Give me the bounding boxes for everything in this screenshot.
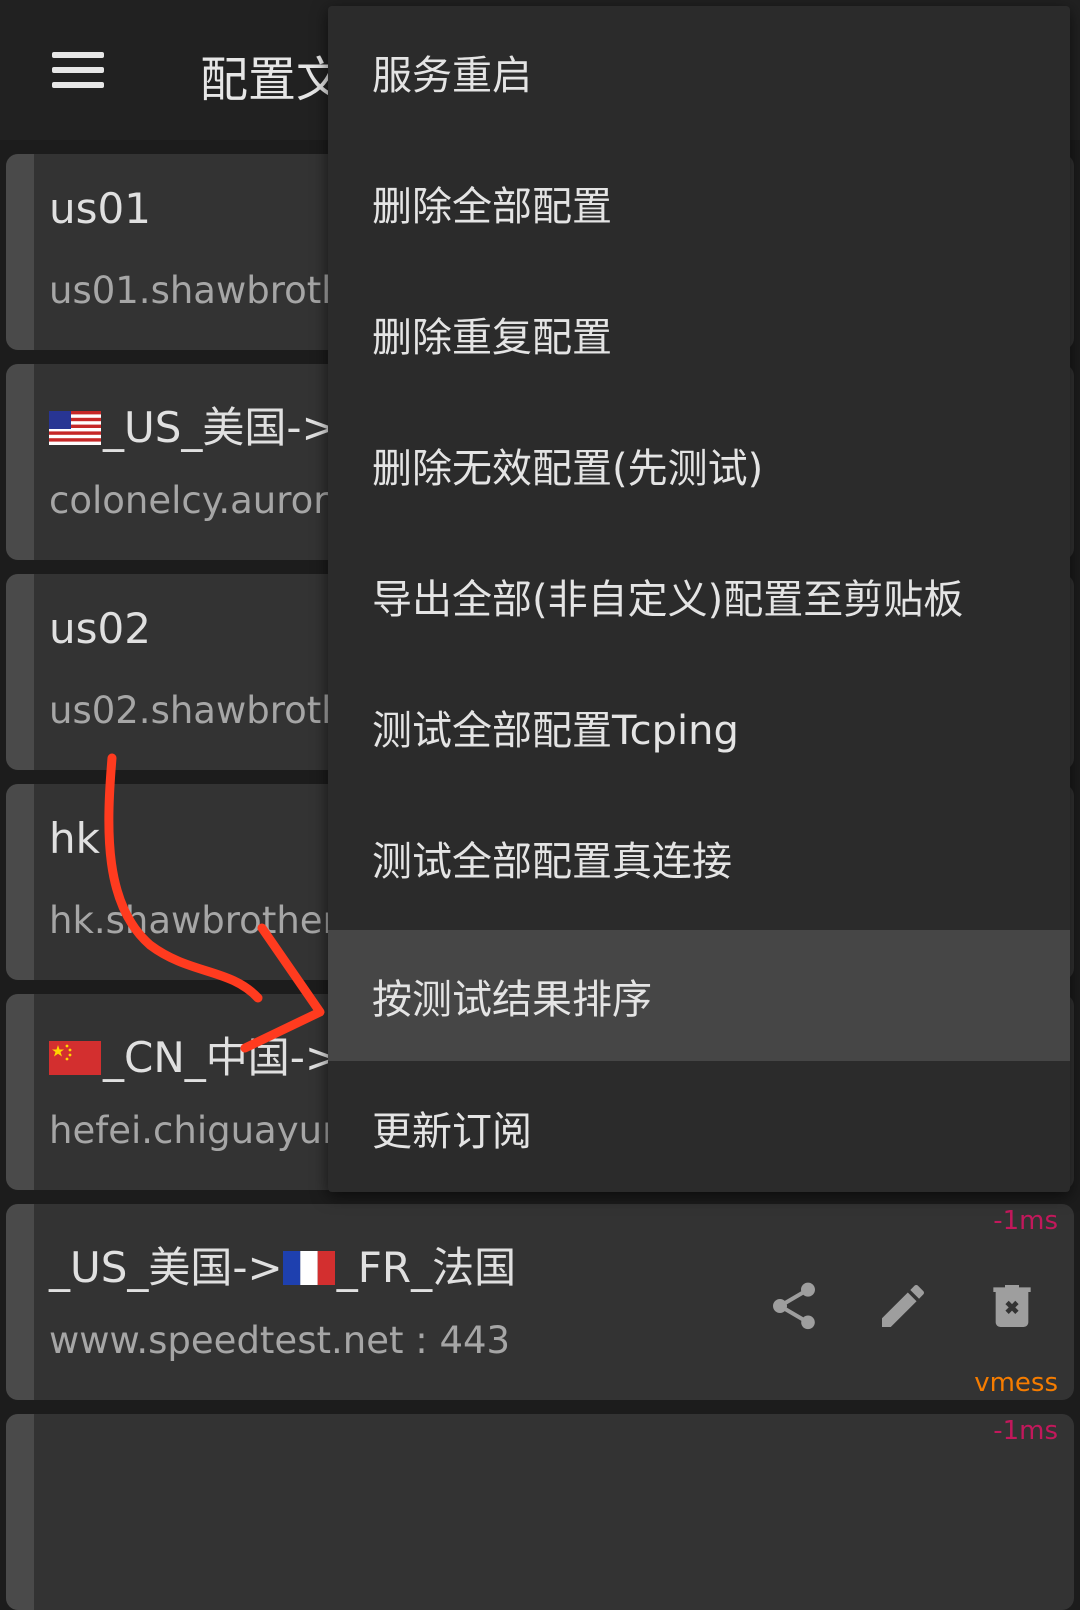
- hamburger-icon[interactable]: [52, 52, 104, 88]
- profile-card[interactable]: -1ms: [6, 1414, 1074, 1610]
- menu-item-delete-invalid[interactable]: 删除无效配置(先测试): [328, 399, 1070, 530]
- profile-name-suffix: _FR_法国: [336, 1243, 517, 1292]
- profile-name: us02: [49, 604, 151, 653]
- menu-item-delete-all[interactable]: 删除全部配置: [328, 137, 1070, 268]
- profile-address: www.speedtest.net : 443: [49, 1319, 511, 1362]
- selection-stripe: [6, 784, 34, 980]
- delete-icon[interactable]: [980, 1274, 1044, 1338]
- profile-name: us01: [49, 184, 151, 233]
- profile-actions: [762, 1274, 1044, 1338]
- latency-label: -1ms: [993, 1206, 1058, 1236]
- selection-stripe: [6, 1414, 34, 1610]
- selection-stripe: [6, 574, 34, 770]
- protocol-label: vmess: [974, 1368, 1058, 1398]
- share-icon[interactable]: [762, 1274, 826, 1338]
- latency-label: -1ms: [993, 1416, 1058, 1446]
- selection-stripe: [6, 364, 34, 560]
- selection-stripe: [6, 994, 34, 1190]
- profile-name: hk: [49, 814, 100, 863]
- us-flag-icon: [49, 411, 101, 445]
- overflow-menu: 服务重启 删除全部配置 删除重复配置 删除无效配置(先测试) 导出全部(非自定义…: [328, 6, 1070, 1192]
- menu-item-export-clipboard[interactable]: 导出全部(非自定义)配置至剪贴板: [328, 530, 1070, 661]
- menu-item-test-real-connection[interactable]: 测试全部配置真连接: [328, 792, 1070, 923]
- profile-name: _US_美国-> _FR_法国: [49, 1234, 516, 1295]
- edit-icon[interactable]: [871, 1274, 935, 1338]
- menu-item-restart-service[interactable]: 服务重启: [328, 6, 1070, 137]
- menu-item-delete-duplicates[interactable]: 删除重复配置: [328, 268, 1070, 399]
- menu-item-sort-by-result[interactable]: 按测试结果排序: [328, 930, 1070, 1061]
- cn-flag-icon: [49, 1041, 101, 1075]
- selection-stripe: [6, 154, 34, 350]
- menu-item-test-tcping[interactable]: 测试全部配置Tcping: [328, 661, 1070, 792]
- profile-name-prefix: _US_美国->: [49, 1243, 283, 1292]
- menu-item-update-subscription[interactable]: 更新订阅: [328, 1062, 1070, 1193]
- profile-card[interactable]: -1ms _US_美国-> _FR_法国 www.speedtest.net :…: [6, 1204, 1074, 1400]
- fr-flag-icon: [282, 1251, 335, 1285]
- selection-stripe: [6, 1204, 34, 1400]
